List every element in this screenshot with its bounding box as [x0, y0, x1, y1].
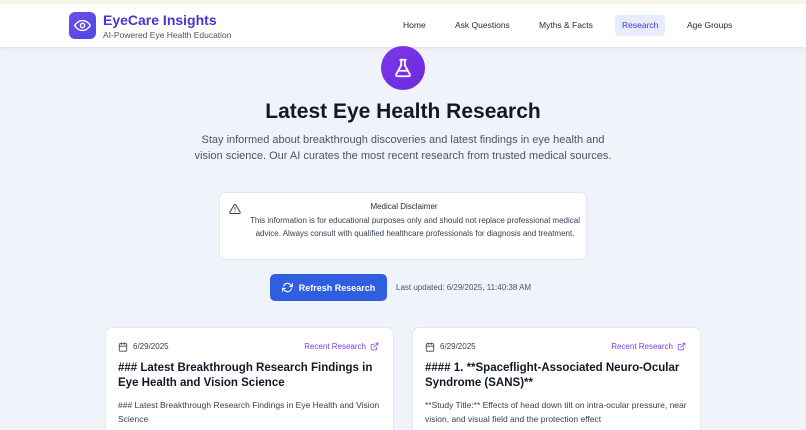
recent-research-link[interactable]: Recent Research	[304, 342, 379, 351]
logo[interactable]	[69, 12, 96, 39]
brand-title[interactable]: EyeCare Insights	[103, 12, 217, 28]
disclaimer-title: Medical Disclaimer	[370, 202, 438, 211]
flask-icon	[395, 58, 411, 78]
page-title: Latest Eye Health Research	[265, 100, 541, 123]
research-card[interactable]: 6/29/2025 Recent Research #### 1. **Spac…	[412, 327, 701, 430]
card-title: #### 1. **Spaceflight-Associated Neuro-O…	[425, 362, 680, 389]
external-link-icon	[370, 342, 379, 351]
nav-age-groups[interactable]: Age Groups	[680, 15, 739, 36]
nav-myths-facts[interactable]: Myths & Facts	[532, 15, 600, 36]
page-description: Stay informed about breakthrough discove…	[194, 134, 612, 162]
eye-icon	[74, 19, 91, 32]
calendar-icon	[118, 342, 128, 352]
card-tag-label: Recent Research	[611, 342, 673, 351]
card-title: ### Latest Breakthrough Research Finding…	[118, 362, 373, 389]
refresh-icon	[281, 282, 293, 293]
refresh-research-button[interactable]: Refresh Research	[270, 274, 387, 301]
disclaimer-text: This information is for educational purp…	[250, 216, 580, 238]
medical-disclaimer: Medical Disclaimer This information is f…	[219, 192, 587, 260]
nav-research[interactable]: Research	[615, 15, 666, 36]
card-body: **Study Title:** Effects of head down ti…	[425, 400, 687, 424]
brand-subtitle: AI-Powered Eye Health Education	[103, 30, 232, 40]
nav-ask-questions[interactable]: Ask Questions	[448, 15, 517, 36]
card-date: 6/29/2025	[133, 342, 169, 351]
last-updated-text: Last updated: 6/29/2025, 11:40:38 AM	[396, 283, 532, 292]
recent-research-link[interactable]: Recent Research	[611, 342, 686, 351]
external-link-icon	[677, 342, 686, 351]
card-date: 6/29/2025	[440, 342, 476, 351]
card-body: ### Latest Breakthrough Research Finding…	[118, 400, 380, 424]
refresh-research-label: Refresh Research	[298, 282, 376, 293]
research-card[interactable]: 6/29/2025 Recent Research ### Latest Bre…	[105, 327, 394, 430]
calendar-icon	[425, 342, 435, 352]
card-tag-label: Recent Research	[304, 342, 366, 351]
nav-home[interactable]: Home	[396, 15, 433, 36]
research-hero-badge	[381, 46, 425, 90]
site-header: EyeCare Insights AI-Powered Eye Health E…	[0, 4, 806, 48]
